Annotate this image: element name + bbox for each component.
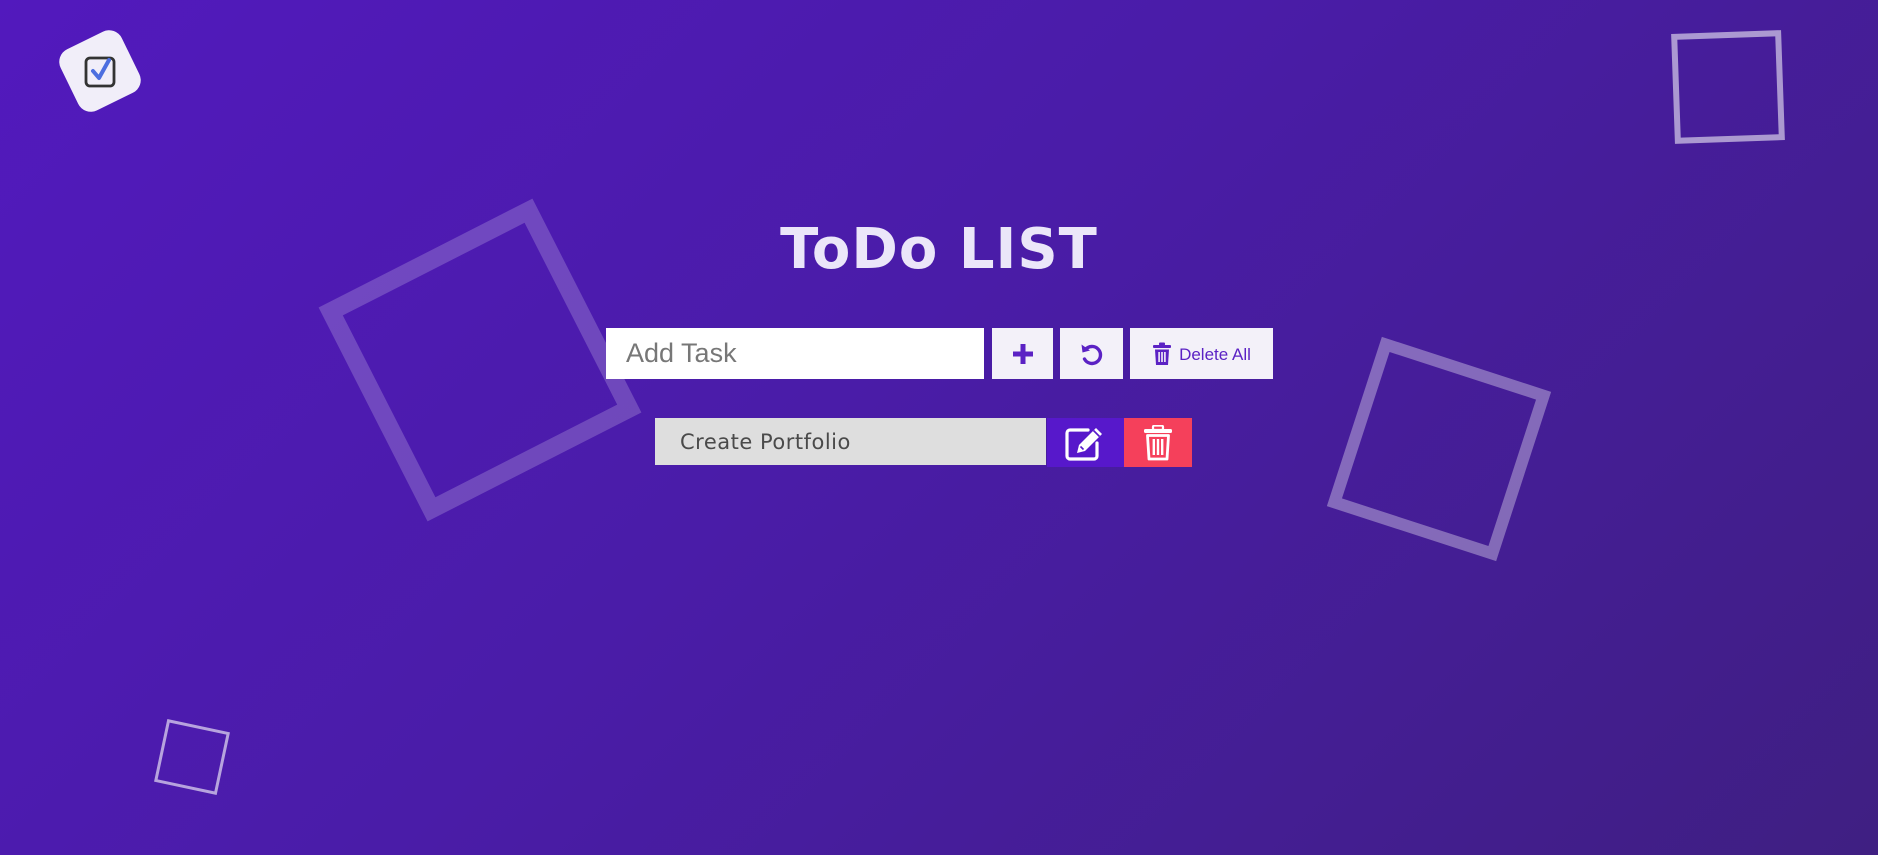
decorative-square-medium: [1326, 336, 1552, 562]
plus-icon: [1012, 343, 1033, 364]
app-logo: [54, 25, 146, 117]
reset-button[interactable]: [1060, 328, 1123, 379]
delete-all-label: Delete All: [1179, 345, 1251, 364]
edit-icon: [1064, 427, 1102, 461]
edit-task-button[interactable]: [1047, 418, 1124, 467]
add-task-button[interactable]: [992, 328, 1053, 379]
checkbox-check-icon: [84, 56, 116, 88]
page-title: ToDo LIST: [780, 217, 1098, 282]
trash-icon: [1153, 342, 1172, 365]
undo-icon: [1081, 344, 1102, 365]
add-task-input[interactable]: [606, 328, 984, 379]
task-item: Create Portfolio: [655, 418, 1192, 467]
delete-all-button[interactable]: Delete All: [1130, 328, 1273, 379]
task-text: Create Portfolio: [655, 418, 1046, 465]
trash-icon: [1144, 424, 1172, 460]
decorative-square-small: [154, 719, 230, 795]
decorative-square-top-right: [1671, 30, 1785, 144]
delete-task-button[interactable]: [1124, 418, 1192, 467]
